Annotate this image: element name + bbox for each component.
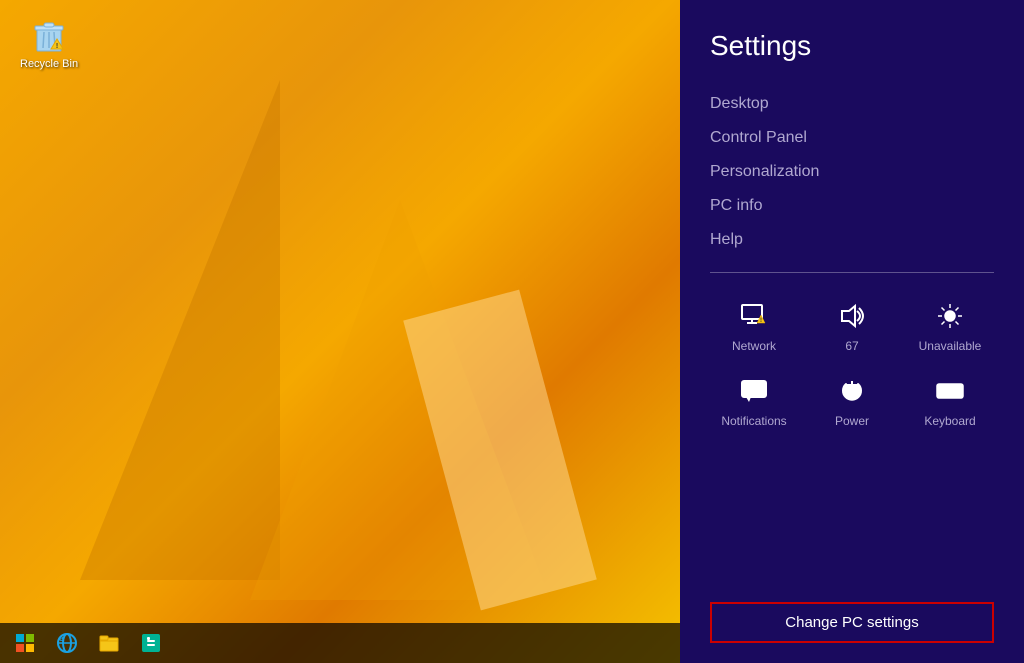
notifications-label: Notifications [721, 414, 786, 428]
recycle-bin-icon[interactable]: ! Recycle Bin [15, 10, 83, 75]
quick-item-volume[interactable]: 67 [808, 293, 896, 358]
quick-settings-grid: ! Network 67 [710, 293, 994, 433]
change-pc-settings-label: Change PC settings [785, 614, 918, 631]
power-label: Power [835, 414, 869, 428]
svg-text:!: ! [56, 43, 58, 50]
brightness-icon [932, 298, 968, 334]
network-icon: ! [736, 298, 772, 334]
settings-menu: Desktop Control Panel Personalization PC… [710, 87, 994, 257]
settings-title: Settings [710, 30, 994, 62]
change-pc-settings-button[interactable]: Change PC settings [710, 602, 994, 643]
ie-button[interactable]: e [47, 625, 87, 661]
svg-text:!: ! [760, 318, 762, 324]
settings-panel: Settings Desktop Control Panel Personali… [680, 0, 1024, 663]
quick-item-notifications[interactable]: Notifications [710, 368, 798, 433]
keyboard-label: Keyboard [924, 414, 975, 428]
network-label: Network [732, 339, 776, 353]
menu-item-control-panel[interactable]: Control Panel [710, 121, 994, 155]
volume-label: 67 [845, 339, 858, 353]
menu-item-desktop[interactable]: Desktop [710, 87, 994, 121]
quick-item-network[interactable]: ! Network [710, 293, 798, 358]
taskbar: e [0, 623, 680, 663]
file-explorer-button[interactable] [89, 625, 129, 661]
quick-item-power[interactable]: Power [808, 368, 896, 433]
store-button[interactable] [131, 625, 171, 661]
recycle-bin-label: Recycle Bin [20, 58, 78, 70]
recycle-bin-image: ! [29, 15, 69, 55]
settings-divider [710, 272, 994, 273]
volume-icon [834, 298, 870, 334]
menu-item-help[interactable]: Help [710, 223, 994, 257]
desktop: ! Recycle Bin e [0, 0, 680, 663]
power-icon [834, 373, 870, 409]
quick-item-keyboard[interactable]: Keyboard [906, 368, 994, 433]
quick-item-brightness[interactable]: Unavailable [906, 293, 994, 358]
menu-item-personalization[interactable]: Personalization [710, 155, 994, 189]
keyboard-icon [932, 373, 968, 409]
notifications-icon [736, 373, 772, 409]
brightness-label: Unavailable [919, 339, 982, 353]
svg-text:e: e [59, 634, 64, 643]
menu-item-pc-info[interactable]: PC info [710, 189, 994, 223]
start-button[interactable] [5, 625, 45, 661]
